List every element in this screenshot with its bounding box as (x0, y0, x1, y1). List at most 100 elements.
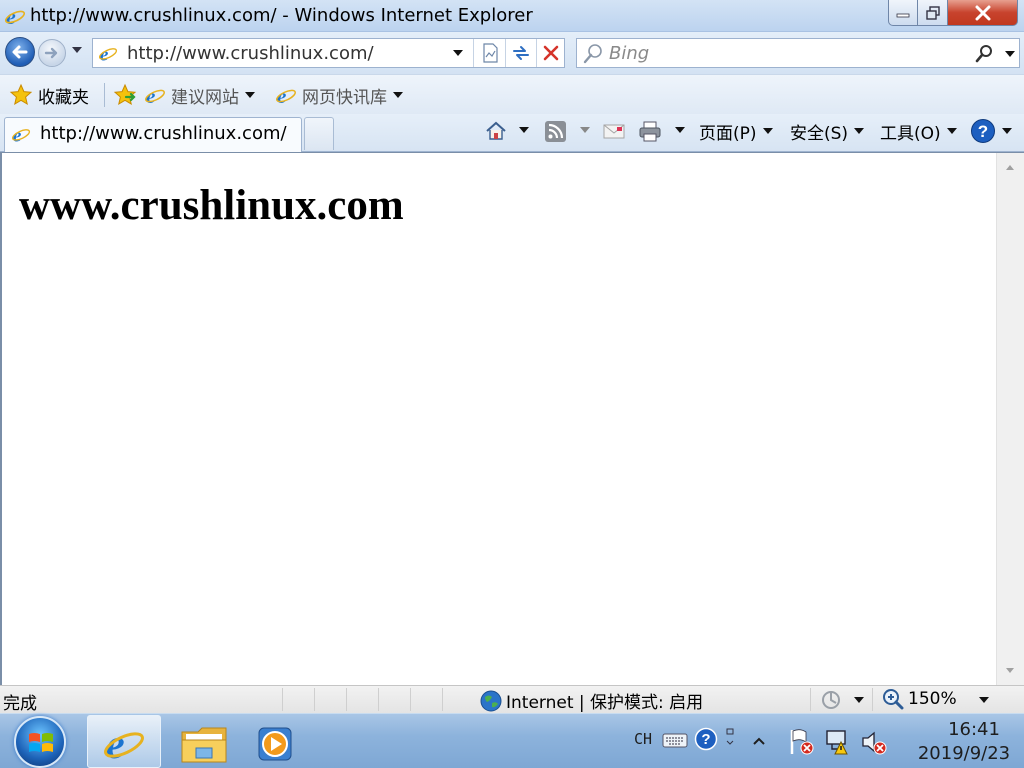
new-tab-button[interactable] (304, 117, 334, 150)
privacy-report-icon[interactable] (820, 689, 842, 711)
network-icon[interactable] (824, 728, 852, 756)
window-title: http://www.crushlinux.com/ - Windows Int… (30, 5, 533, 26)
privacy-dropdown[interactable] (854, 697, 864, 703)
status-separator (410, 688, 411, 711)
tab-current-page[interactable]: e http://www.crushlinux.com/ (4, 117, 302, 152)
help-icon: ? (971, 119, 995, 143)
ie-icon: e (11, 125, 31, 144)
page-menu[interactable]: 页面(P) (699, 118, 773, 144)
search-box[interactable]: Bing (576, 38, 1020, 68)
status-separator (282, 688, 283, 711)
back-arrow-icon (12, 45, 28, 59)
close-icon (975, 5, 990, 20)
scroll-up-arrow-icon[interactable] (1006, 165, 1014, 170)
volume-muted-icon[interactable] (860, 728, 888, 756)
web-slice-gallery-label: 网页快讯库 (302, 87, 387, 108)
navigation-bar: e http://www.crushlinux.com/ Bing (0, 32, 1024, 74)
chevron-down-icon (946, 128, 957, 134)
safety-menu[interactable]: 安全(S) (790, 118, 865, 144)
keyboard-icon[interactable] (662, 731, 688, 749)
page-menu-label: 页面(P) (699, 123, 757, 144)
compatibility-view-icon (483, 43, 498, 63)
favorites-bar: 收藏夹 e 建议网站 e 网页快讯库 (0, 74, 1024, 114)
language-indicator[interactable]: CH (634, 730, 652, 748)
help-button[interactable]: ? (970, 118, 1012, 144)
tab-command-bar: e http://www.crushlinux.com/ 页面(P) 安全(S)… (0, 114, 1024, 152)
compatibility-view-button[interactable] (475, 39, 505, 67)
print-dropdown[interactable] (675, 127, 685, 133)
address-dropdown[interactable] (453, 50, 463, 56)
svg-text:?: ? (978, 122, 988, 141)
taskbar-windows-explorer[interactable] (167, 715, 241, 768)
minimize-button[interactable] (888, 0, 918, 26)
favorites-button[interactable]: 收藏夹 (9, 83, 89, 108)
feeds-button[interactable] (544, 118, 567, 144)
scroll-down-arrow-icon[interactable] (1006, 668, 1014, 673)
security-zone-label: Internet | 保护模式: 启用 (506, 693, 704, 713)
svg-text:e: e (146, 84, 155, 106)
minimize-icon (896, 13, 910, 17)
star-add-icon (113, 83, 137, 106)
restore-icon (925, 5, 940, 20)
refresh-button[interactable] (506, 39, 536, 67)
svg-text:e: e (106, 722, 125, 764)
svg-text:e: e (6, 5, 16, 27)
clock-date[interactable]: 2019/9/23 (906, 743, 1022, 764)
read-mail-button[interactable] (603, 118, 625, 144)
restore-button[interactable] (918, 0, 948, 26)
rss-icon (545, 120, 566, 142)
start-button[interactable] (14, 716, 66, 768)
status-separator (346, 688, 347, 711)
feeds-dropdown[interactable] (580, 127, 590, 133)
options-arrows-icon[interactable] (724, 727, 736, 753)
zoom-level: 150% (908, 689, 957, 709)
chevron-down-icon (393, 92, 403, 98)
address-input[interactable]: http://www.crushlinux.com/ (127, 43, 374, 64)
safety-menu-label: 安全(S) (790, 123, 849, 144)
taskbar: e CH ? 16:41 2019/9/23 (0, 713, 1024, 768)
print-button[interactable] (638, 118, 662, 144)
stop-button[interactable] (536, 39, 566, 67)
chevron-down-icon (1002, 128, 1012, 134)
page-content[interactable]: www.crushlinux.com (0, 152, 1024, 685)
tools-menu[interactable]: 工具(O) (880, 118, 957, 144)
security-zone[interactable]: Internet | 保护模式: 启用 (480, 688, 703, 713)
media-player-icon (258, 727, 292, 761)
vertical-scrollbar[interactable] (996, 153, 1024, 685)
action-center-flag-icon[interactable] (788, 728, 814, 756)
folder-icon (181, 727, 227, 763)
taskbar-media-player[interactable] (238, 715, 312, 768)
page-ie-icon: e (98, 44, 118, 63)
suggested-sites-button[interactable]: e 建议网站 (144, 83, 255, 108)
help-icon[interactable]: ? (694, 727, 718, 751)
home-button[interactable] (484, 118, 508, 144)
add-to-favorites-bar-button[interactable] (113, 83, 137, 107)
zoom-control[interactable]: 150% (882, 688, 957, 710)
taskbar-internet-explorer[interactable]: e (87, 715, 161, 768)
ie-icon: e (276, 84, 296, 106)
recent-pages-dropdown[interactable] (72, 47, 82, 53)
ie-icon: e (145, 84, 165, 106)
home-dropdown[interactable] (519, 127, 529, 133)
search-options-dropdown[interactable] (1005, 51, 1015, 57)
search-provider-icon (583, 44, 602, 64)
show-hidden-icons-icon[interactable] (752, 736, 766, 746)
magnifier-icon[interactable] (975, 44, 995, 64)
chevron-down-icon (245, 92, 255, 98)
printer-icon (639, 121, 661, 142)
address-bar[interactable]: e http://www.crushlinux.com/ (92, 38, 565, 68)
zoom-dropdown[interactable] (979, 697, 989, 703)
close-button[interactable] (948, 0, 1018, 26)
back-button[interactable] (5, 37, 35, 67)
web-slice-gallery-button[interactable]: e 网页快讯库 (275, 83, 403, 108)
clock-time[interactable]: 16:41 (926, 719, 1022, 740)
home-icon (486, 121, 506, 140)
ie-icon: e (104, 722, 144, 764)
forward-button[interactable] (38, 39, 66, 67)
status-separator (872, 688, 873, 711)
notification-area: CH ? 16:41 2019/9/23 (626, 714, 1024, 768)
window-title-bar[interactable]: e http://www.crushlinux.com/ - Windows I… (0, 0, 1024, 32)
star-icon (9, 83, 33, 106)
search-input[interactable]: Bing (609, 43, 649, 64)
svg-text:?: ? (701, 731, 710, 748)
